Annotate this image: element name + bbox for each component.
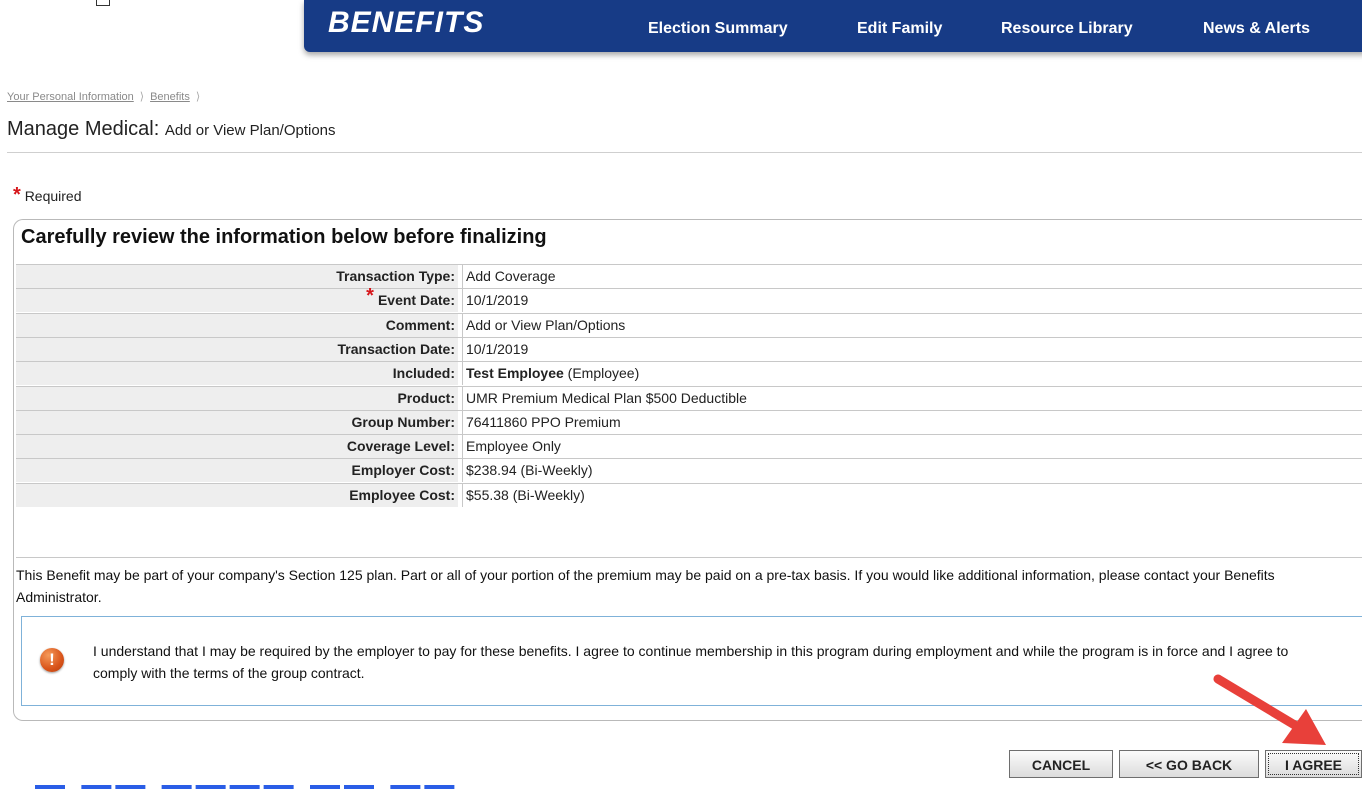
breadcrumb-personal-info[interactable]: Your Personal Information: [7, 91, 134, 103]
review-row-label-text: Comment:: [385, 316, 455, 333]
review-row-value-text: 10/1/2019: [466, 340, 529, 357]
required-note: * Required: [13, 185, 82, 205]
review-row-value: 76411860 PPO Premium: [462, 410, 1362, 434]
review-row-value: Employee Only: [462, 435, 1362, 459]
warning-icon: !: [40, 648, 64, 672]
review-row: Coverage Level: Employee Only: [16, 434, 1362, 459]
review-row-label: Product:: [16, 386, 458, 410]
nav-resource-library[interactable]: Resource Library: [1001, 20, 1133, 38]
review-row-label-text: Group Number:: [351, 413, 455, 430]
review-row-value: UMR Premium Medical Plan $500 Deductible: [462, 386, 1362, 410]
review-row-value-text: Add Coverage: [466, 268, 556, 284]
review-row-value-text: Add or View Plan/Options: [466, 316, 626, 333]
nav-edit-family[interactable]: Edit Family: [857, 20, 942, 38]
agreement-text: I understand that I may be required by t…: [93, 643, 1289, 681]
review-row-value: $238.94 (Bi-Weekly): [462, 459, 1362, 483]
required-label: Required: [24, 188, 82, 204]
top-banner: BENEFITS Election Summary Edit Family Re…: [304, 0, 1362, 52]
review-row-label-text: Event Date:: [377, 292, 455, 309]
review-row-value-text: (Employee): [563, 365, 640, 382]
corner-box-icon: [96, 0, 110, 6]
review-row: Employee Cost: $55.38 (Bi-Weekly): [16, 482, 1362, 507]
breadcrumb-separator: ⟩: [139, 91, 145, 103]
review-row-label-text: Transaction Type:: [336, 268, 455, 284]
review-row: Transaction Type: Add Coverage: [16, 264, 1362, 288]
review-row-label: Employee Cost:: [16, 483, 458, 507]
breadcrumb: Your Personal Information ⟩ Benefits ⟩: [7, 90, 206, 103]
review-row-value: $55.38 (Bi-Weekly): [462, 483, 1362, 507]
review-row-label-text: Employer Cost:: [351, 462, 455, 479]
review-row-label: Group Number:: [16, 410, 458, 434]
review-row-value: Add or View Plan/Options: [462, 313, 1362, 337]
review-row-value: 10/1/2019: [462, 337, 1362, 361]
review-row-label: Transaction Type:: [16, 265, 458, 288]
divider: [16, 557, 1362, 558]
review-row-value: Add Coverage: [462, 265, 1362, 288]
page-title: Manage Medical: Add or View Plan/Options: [7, 118, 336, 141]
review-row-value-text: 10/1/2019: [466, 292, 529, 309]
review-heading: Carefully review the information below b…: [21, 226, 547, 248]
required-star-icon: *: [366, 285, 374, 308]
review-row-label-text: Employee Cost:: [349, 486, 455, 503]
review-row-value-text: $55.38 (Bi-Weekly): [466, 486, 585, 503]
review-row: * Event Date: 10/1/2019: [16, 286, 1362, 313]
required-star-icon: *: [13, 184, 21, 206]
banner-title: BENEFITS: [328, 6, 485, 39]
review-row-value-text: UMR Premium Medical Plan $500 Deductible: [466, 389, 747, 406]
divider: [7, 152, 1362, 153]
review-row: Product: UMR Premium Medical Plan $500 De…: [16, 385, 1362, 410]
review-row-label: Comment:: [16, 313, 458, 337]
page-title-main: Manage Medical:: [7, 118, 160, 140]
review-row-label: Coverage Level:: [16, 435, 458, 459]
breadcrumb-separator: ⟩: [195, 91, 201, 103]
review-row-label-text: Coverage Level:: [346, 438, 455, 455]
review-row-label-text: Product:: [397, 389, 455, 406]
review-row: Comment: Add or View Plan/Options: [16, 312, 1362, 337]
cancel-button[interactable]: CANCEL: [1009, 750, 1113, 778]
review-row-value-text: $238.94 (Bi-Weekly): [466, 462, 593, 479]
review-row-label: Employer Cost:: [16, 459, 458, 483]
review-row: Group Number: 76411860 PPO Premium: [16, 409, 1362, 434]
review-row: Included: Test Employee (Employee): [16, 361, 1362, 386]
review-row-value-bold: Test Employee: [466, 365, 564, 382]
review-row-label-text: Included:: [392, 365, 455, 382]
review-row-value-text: Employee Only: [466, 438, 561, 455]
cropped-heading-text: ▬ ▬▬ ▬▬▬▬ ▬▬ ▬▬: [35, 768, 459, 789]
nav-election-summary[interactable]: Election Summary: [648, 20, 788, 38]
review-row-label-text: Transaction Date:: [337, 340, 455, 357]
review-row-value-text: 76411860 PPO Premium: [466, 413, 621, 430]
page-title-sub: Add or View Plan/Options: [164, 122, 336, 139]
i-agree-button[interactable]: I AGREE: [1265, 750, 1362, 778]
breadcrumb-benefits[interactable]: Benefits: [150, 91, 190, 103]
review-row-label: Transaction Date:: [16, 337, 458, 361]
review-row-value: Test Employee (Employee): [462, 362, 1362, 386]
review-row-label: Included:: [16, 362, 458, 386]
go-back-button[interactable]: << GO BACK: [1119, 750, 1259, 778]
red-arrow-icon: [1213, 674, 1326, 745]
review-row-label: * Event Date:: [16, 286, 458, 313]
review-row-value: 10/1/2019: [462, 289, 1362, 313]
section-125-disclaimer: This Benefit may be part of your company…: [16, 567, 1275, 605]
nav-news-alerts[interactable]: News & Alerts: [1203, 20, 1310, 38]
review-row: Employer Cost: $238.94 (Bi-Weekly): [16, 458, 1362, 483]
review-row: Transaction Date: 10/1/2019: [16, 336, 1362, 361]
